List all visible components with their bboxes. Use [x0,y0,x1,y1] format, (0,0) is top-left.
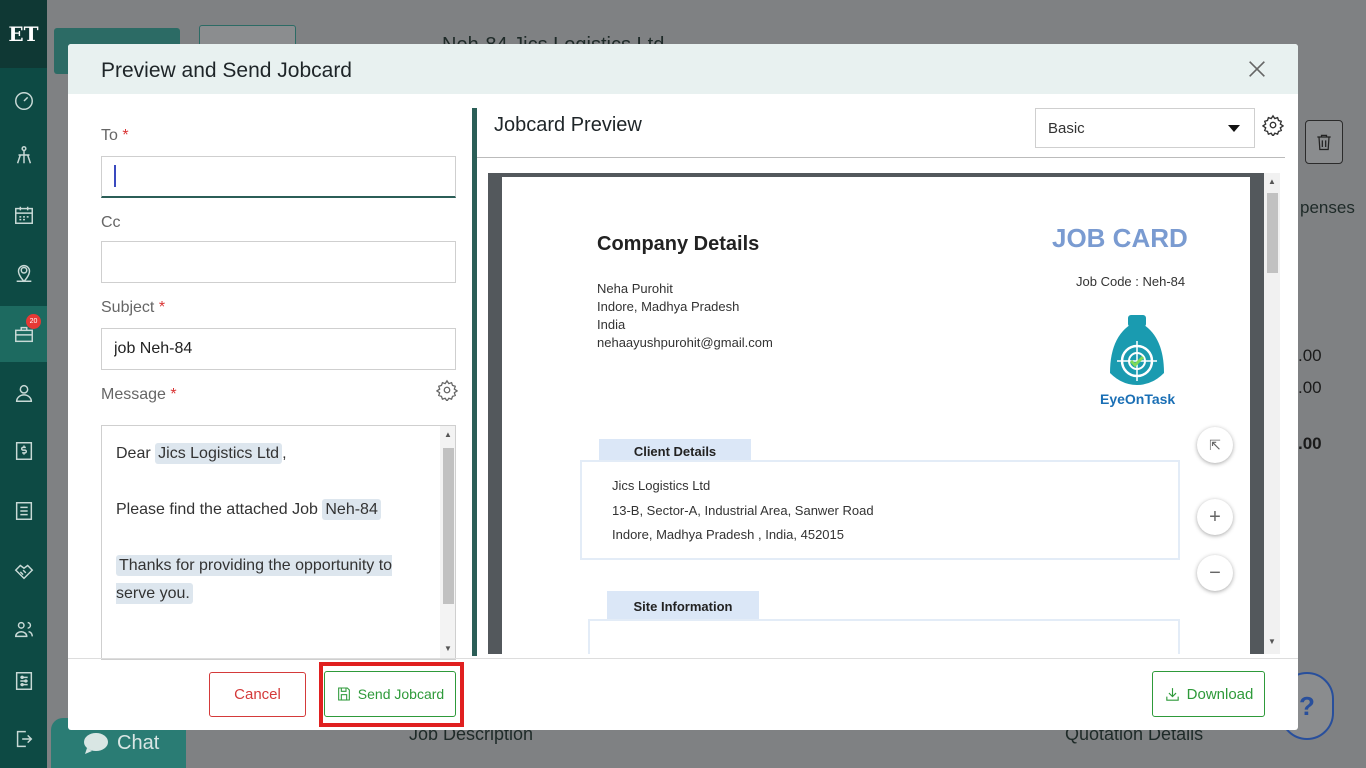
preview-settings-button[interactable] [1262,114,1284,136]
plus-icon: + [1209,506,1221,529]
job-code-tag: Neh-84 [322,499,380,520]
calendar-icon [13,204,35,226]
sidebar-item-calendar[interactable] [0,192,47,238]
chat-label: Chat [117,732,159,755]
sidebar-item-logout[interactable] [0,716,47,762]
gear-icon [1262,114,1284,136]
modal-title: Preview and Send Jobcard [101,59,352,83]
bg-amount: .00 [1298,378,1322,398]
preview-send-jobcard-modal: Preview and Send Jobcard To * Cc Subject… [68,44,1298,730]
document-viewer[interactable]: Company Details JOB CARD Job Code : Neh-… [488,173,1280,654]
map-pin-icon [13,262,35,284]
zoom-in-button[interactable]: + [1197,499,1233,535]
subject-label: Subject * [101,299,165,317]
sidebar-item-clients[interactable] [0,370,47,416]
close-button[interactable] [1246,58,1270,82]
modal-header: Preview and Send Jobcard [68,44,1298,94]
to-input[interactable] [101,156,456,198]
template-selected-value: Basic [1048,120,1085,137]
message-editor[interactable]: Dear Jics Logistics Ltd, Please find the… [101,425,456,660]
download-button[interactable]: Download [1152,671,1265,717]
sidebar-item-contracts[interactable] [0,548,47,594]
lead-icon [13,144,35,166]
zoom-fit-button[interactable]: ⇱ [1197,427,1233,463]
sidebar-item-leads[interactable] [0,132,47,178]
fit-screen-icon: ⇱ [1209,437,1221,454]
client-address-line2: Indore, Madhya Pradesh , India, 452015 [612,527,844,542]
message-greeting-line: Dear Jics Logistics Ltd, [116,440,431,468]
sidebar-item-jobs[interactable]: 20 [0,306,47,362]
panel-divider [472,108,477,656]
client-name: Jics Logistics Ltd [612,478,710,493]
handshake-icon [13,560,35,582]
message-content[interactable]: Dear Jics Logistics Ltd, Please find the… [116,440,431,608]
text-cursor [114,165,116,187]
sidebar-item-invoices[interactable] [0,428,47,474]
send-jobcard-button[interactable]: Send Jobcard [324,671,456,717]
close-icon [1246,58,1268,80]
site-information-tab: Site Information [607,591,759,619]
sidebar-item-dashboard[interactable] [0,78,47,124]
job-card-heading: JOB CARD [1052,223,1188,254]
chevron-down-icon [1228,125,1240,132]
company-address: Neha Purohit Indore, Madhya Pradesh Indi… [597,280,773,352]
site-information-box [588,619,1180,654]
logout-icon [13,728,35,750]
save-icon [336,686,352,702]
message-thanks-line: Thanks for providing the opportunity to … [116,552,431,608]
sidebar-item-team[interactable] [0,606,47,652]
cc-label: Cc [101,214,121,232]
gear-icon [436,379,458,401]
document-scroll-thumb[interactable] [1267,193,1278,273]
help-label: ? [1299,691,1315,722]
list-icon [13,500,35,522]
bg-amount: .00 [1298,346,1322,366]
cancel-button[interactable]: Cancel [209,672,306,717]
message-job-line: Please find the attached Job Neh-84 [116,496,431,524]
template-select[interactable]: Basic [1035,108,1255,148]
user-icon [13,382,35,404]
sidebar: ET 20 [0,0,47,768]
download-icon [1164,686,1181,703]
chat-bubble-icon [83,732,109,754]
dollar-icon [13,440,35,462]
dashboard-icon [13,90,35,112]
bg-delete-button [1305,120,1343,164]
preview-title: Jobcard Preview [494,114,642,137]
subject-input[interactable] [101,328,456,370]
to-label: To * [101,127,129,145]
cc-input[interactable] [101,241,456,283]
job-code-line: Job Code : Neh-84 [1076,274,1185,289]
document-scrollbar[interactable]: ▲ ▼ [1264,173,1280,654]
message-settings-button[interactable] [436,379,458,401]
footer-divider [68,658,1298,659]
bg-amount: .00 [1298,434,1322,454]
zoom-out-button[interactable]: − [1197,555,1233,591]
document-page: Company Details JOB CARD Job Code : Neh-… [502,177,1250,654]
client-address-line1: 13-B, Sector-A, Industrial Area, Sanwer … [612,503,874,518]
company-details-heading: Company Details [597,233,759,256]
client-details-tab: Client Details [599,439,751,461]
team-icon [13,618,35,640]
bg-expenses-tab: penses [1300,198,1355,218]
minus-icon: − [1209,562,1221,585]
app-logo[interactable]: ET [0,0,47,68]
preview-divider [477,157,1285,158]
message-label: Message * [101,386,177,404]
logo-text: EyeOnTask [1100,391,1175,407]
message-scroll-thumb[interactable] [443,448,454,604]
client-name-tag: Jics Logistics Ltd [155,443,282,464]
message-scrollbar[interactable]: ▲ ▼ [440,426,456,659]
sidebar-item-settings[interactable] [0,658,47,704]
sidebar-item-map[interactable] [0,250,47,296]
sidebar-item-lists[interactable] [0,488,47,534]
jobs-badge: 20 [26,314,41,329]
trash-icon [1314,132,1334,152]
settings-sliders-icon [13,670,35,692]
